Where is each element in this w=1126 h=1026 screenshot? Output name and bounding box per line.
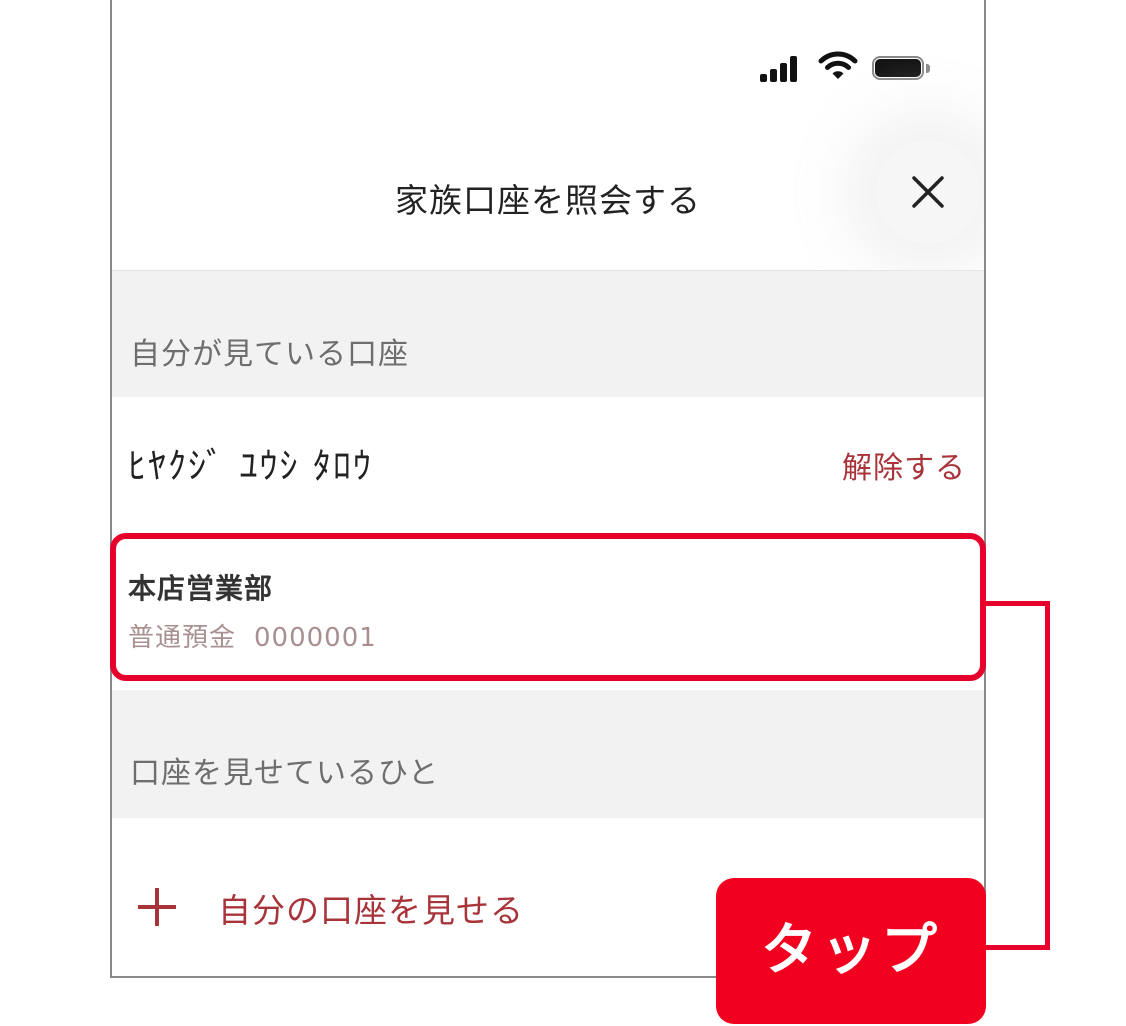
page-title: 家族口座を照会する [395,181,701,220]
plus-icon [138,888,176,926]
watched-account-owner-row: ﾋﾔｸｼﾞ ﾕｳｼ ﾀﾛｳ 解除する [112,397,984,527]
tap-highlight-frame [110,533,986,681]
cellular-signal-icon [760,54,804,82]
release-button[interactable]: 解除する [842,443,966,487]
battery-icon [872,56,930,82]
header: 家族口座を照会する [112,110,984,271]
section-watching: 自分が見ている口座 [112,271,984,397]
share-account-label: 自分の口座を見せる [218,891,524,930]
section-label-watching: 自分が見ている口座 [130,337,409,372]
close-button[interactable] [876,140,980,244]
close-icon [912,176,944,208]
annotation-connector-line [986,601,1050,950]
wifi-icon [818,51,858,79]
section-label-sharing: 口座を見せているひと [130,756,440,791]
phone-screen: 家族口座を照会する 自分が見ている口座 ﾋﾔｸｼﾞ ﾕｳｼ ﾀﾛｳ 解除する 本… [110,0,986,978]
status-bar [112,0,984,110]
section-sharing: 口座を見せているひと [112,690,984,818]
tap-annotation-badge: タップ [716,878,986,1024]
account-owner-name: ﾋﾔｸｼﾞ ﾕｳｼ ﾀﾛｳ [128,446,373,487]
